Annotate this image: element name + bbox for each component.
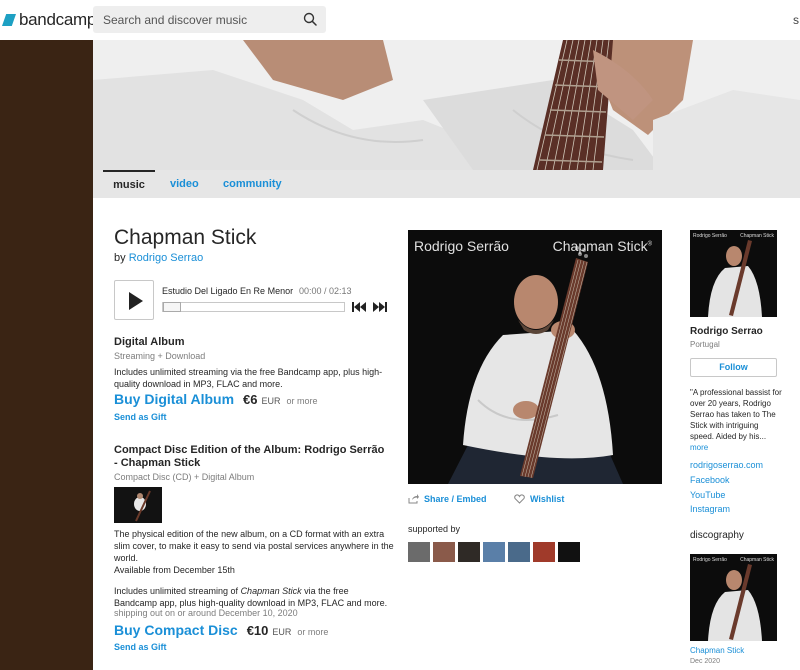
artist-website-link[interactable]: rodrigoserrao.com [690, 460, 763, 470]
search-icon[interactable] [303, 12, 317, 26]
digital-album-description: Includes unlimited streaming via the fre… [114, 367, 383, 389]
top-bar: bandcamp s [0, 0, 800, 40]
buy-digital-album-link[interactable]: Buy Digital Album [114, 391, 234, 407]
album-cover[interactable]: Rodrigo Serrão Chapman Stick® [408, 230, 662, 484]
cover-artist-text: Rodrigo Serrão [414, 238, 509, 254]
supporter-list [408, 542, 580, 562]
clipped-text: s [793, 13, 799, 27]
cd-shipping-note: shipping out on or around December 10, 2… [114, 608, 298, 618]
cd-or-more: or more [297, 627, 329, 637]
cd-description: The physical edition of the new album, o… [114, 529, 394, 563]
buy-compact-disc-link[interactable]: Buy Compact Disc [114, 622, 238, 638]
instagram-link[interactable]: Instagram [690, 504, 730, 514]
album-cover-photo [408, 230, 662, 484]
digital-or-more: or more [286, 396, 318, 406]
artist-bio: "A professional bassist for over 20 year… [690, 387, 782, 453]
cd-title: Compact Disc Edition of the Album: Rodri… [114, 444, 385, 469]
discography-heading: discography [690, 530, 744, 541]
supporter-avatar-3[interactable] [458, 542, 480, 562]
digital-album-title: Digital Album [114, 336, 185, 348]
discography-item-title[interactable]: Chapman Stick [690, 646, 744, 655]
supported-by-label: supported by [408, 524, 461, 534]
cd-buy-row: Buy Compact Disc €10 EUR or more [114, 622, 328, 638]
header-photo [93, 40, 800, 170]
artist-header-image [93, 40, 800, 170]
artist-nav: music video community [93, 170, 800, 198]
album-page: music video community Chapman Stick by R… [93, 40, 800, 670]
bio-more-link[interactable]: more [690, 443, 708, 452]
discography-cover-artist-text: Rodrigo Serrão [693, 557, 727, 563]
supporter-avatar-1[interactable] [408, 542, 430, 562]
track-time: 00:00 / 02:13 [299, 286, 352, 296]
tab-video[interactable]: video [170, 170, 199, 198]
cover-trademark: ® [647, 241, 652, 248]
artist-location: Portugal [690, 340, 720, 349]
digital-send-as-gift-link[interactable]: Send as Gift [114, 412, 167, 422]
page-background [0, 40, 93, 670]
share-embed-label: Share / Embed [424, 494, 487, 504]
supporter-avatar-6[interactable] [533, 542, 555, 562]
album-title: Chapman Stick [114, 226, 257, 249]
cd-streaming-album-name: Chapman Stick [240, 586, 302, 596]
track-title: Estudio Del Ligado En Re Menor [162, 286, 294, 296]
cd-availability: Available from December 15th [114, 565, 235, 575]
artist-photo-image [690, 230, 777, 317]
cd-price: €10 [246, 623, 269, 638]
audio-player: Estudio Del Ligado En Re Menor 00:00 / 0… [114, 280, 390, 320]
digital-buy-row: Buy Digital Album €6 EUR or more [114, 391, 318, 407]
supporter-avatar-4[interactable] [483, 542, 505, 562]
youtube-link[interactable]: YouTube [690, 490, 725, 500]
digital-album-format: Streaming + Download [114, 351, 206, 361]
cd-streaming-note: Includes unlimited streaming of Chapman … [114, 585, 394, 609]
cd-package-image[interactable] [114, 487, 162, 523]
logo-text: bandcamp [19, 10, 96, 29]
discography-cover-image [690, 554, 777, 641]
bandcamp-logo-icon [2, 14, 16, 26]
digital-price: €6 [243, 392, 258, 407]
progress-thumb[interactable] [163, 302, 181, 312]
supporter-avatar-2[interactable] [433, 542, 455, 562]
artist-link[interactable]: Rodrigo Serrao [129, 252, 204, 264]
artist-photo-artist-text: Rodrigo Serrão [693, 233, 727, 239]
bandcamp-logo[interactable]: bandcamp [2, 10, 96, 30]
wishlist-label: Wishlist [530, 494, 565, 504]
discography-item-cover[interactable]: Rodrigo Serrão Chapman Stick [690, 554, 777, 641]
digital-currency: EUR [261, 396, 281, 406]
artist-name[interactable]: Rodrigo Serrao [690, 326, 763, 337]
tab-music[interactable]: music [103, 170, 155, 198]
tab-community[interactable]: community [223, 170, 282, 198]
byline: by Rodrigo Serrao [114, 252, 203, 264]
artist-photo-title-text: Chapman Stick [740, 233, 774, 239]
wishlist-button[interactable]: Wishlist [514, 494, 564, 504]
play-button[interactable] [114, 280, 154, 320]
cd-format: Compact Disc (CD) + Digital Album [114, 472, 255, 482]
artist-bio-text: "A professional bassist for over 20 year… [690, 388, 782, 441]
discography-cover-title-text: Chapman Stick [740, 557, 774, 563]
discography-item-date: Dec 2020 [690, 658, 720, 665]
artist-photo[interactable]: Rodrigo Serrão Chapman Stick [690, 230, 777, 317]
facebook-link[interactable]: Facebook [690, 475, 730, 485]
search-input[interactable] [93, 6, 293, 33]
search-box [93, 6, 326, 33]
follow-button[interactable]: Follow [690, 358, 777, 377]
supporter-avatar-7[interactable] [558, 542, 580, 562]
cd-send-as-gift-link[interactable]: Send as Gift [114, 642, 167, 652]
by-prefix: by [114, 252, 126, 264]
share-embed-button[interactable]: Share / Embed [408, 494, 487, 504]
cover-title-label: Chapman Stick [552, 238, 648, 254]
next-track-icon[interactable] [373, 302, 387, 312]
cd-currency: EUR [272, 627, 292, 637]
cd-streaming-text-a: Includes unlimited streaming of [114, 586, 241, 596]
share-icon [408, 494, 419, 504]
play-icon [129, 292, 143, 310]
supporter-avatar-5[interactable] [508, 542, 530, 562]
heart-icon [514, 494, 525, 504]
cd-package-photo [114, 487, 162, 523]
previous-track-icon[interactable] [352, 302, 366, 312]
progress-bar[interactable] [162, 302, 345, 312]
cover-title-text: Chapman Stick® [553, 238, 652, 254]
